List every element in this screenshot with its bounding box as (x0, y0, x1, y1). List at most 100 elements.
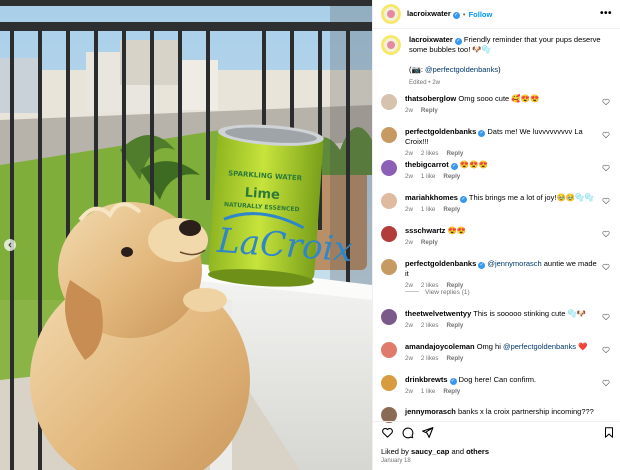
comment-text: Omg hi (476, 342, 503, 351)
commenter-username[interactable]: perfectgoldenbanks (405, 259, 476, 268)
share-paper-plane-icon[interactable] (421, 426, 434, 439)
like-comment-heart-icon[interactable] (602, 230, 610, 238)
save-bookmark-icon[interactable] (603, 426, 615, 439)
like-heart-icon[interactable] (381, 426, 394, 439)
caption-username[interactable]: lacroixwater (409, 35, 453, 44)
commenter-avatar[interactable] (381, 342, 397, 358)
comment-likes[interactable]: 2 likes (421, 355, 439, 362)
post-caption: lacroixwater ✓ Friendly reminder that you… (381, 35, 613, 88)
comment-age: 2w (405, 355, 413, 362)
verified-badge-icon: ✓ (452, 12, 460, 19)
comment-age: 2w (405, 107, 413, 114)
liked-by-others-link[interactable]: others (466, 447, 489, 456)
comment-item: thatsoberglow Omg sooo cute 🥰😍😍 2w Reply (381, 94, 613, 116)
reply-button[interactable]: Reply (446, 355, 463, 362)
comment-likes[interactable]: 1 like (421, 206, 435, 213)
svg-text:Lime: Lime (244, 186, 280, 203)
lacroix-logo-avatar-icon (381, 4, 401, 24)
comment-item: perfectgoldenbanks ✓ @jennymorasch auntie… (381, 259, 613, 291)
comment-item: theetwelvetwentyy This is sooooo stinkin… (381, 309, 613, 331)
reply-button[interactable]: Reply (421, 107, 438, 114)
comment-item: ssschwartz 😍😍 2w Reply (381, 226, 613, 248)
comment-likes[interactable]: 1 like (421, 173, 435, 180)
comment-text: This is sooooo stinking cute 🫧🐶 (473, 309, 587, 318)
reply-button[interactable]: Reply (443, 173, 460, 180)
caption-photo-credit: (📷: @perfectgoldenbanks) (409, 65, 609, 75)
commenter-avatar[interactable] (381, 94, 397, 110)
caption-body: lacroixwater ✓ Friendly reminder that you… (409, 35, 609, 88)
post-action-bar (381, 426, 617, 440)
commenter-username[interactable]: jennymorasch (405, 407, 456, 416)
comment-mention-link[interactable]: @jennymorasch (487, 259, 541, 268)
like-comment-heart-icon[interactable] (602, 131, 610, 139)
commenter-avatar[interactable] (381, 226, 397, 242)
reply-button[interactable]: Reply (446, 150, 463, 157)
commenter-username[interactable]: thebigcarrot (405, 160, 449, 169)
header-divider (373, 28, 620, 29)
separator-dot: • (428, 79, 431, 86)
comment-text: Omg sooo cute 🥰😍😍 (458, 94, 540, 103)
like-comment-heart-icon[interactable] (602, 98, 610, 106)
reply-button[interactable]: Reply (443, 206, 460, 213)
verified-badge-icon: ✓ (478, 130, 486, 137)
commenter-username[interactable]: perfectgoldenbanks (405, 127, 476, 136)
post-details-panel: lacroixwater ✓ • Follow ••• lacroixwater ✓… (372, 0, 620, 470)
view-replies-label[interactable]: View replies (1) (425, 289, 470, 296)
commenter-username[interactable]: amandajoycoleman (405, 342, 475, 351)
like-comment-heart-icon[interactable] (602, 313, 610, 321)
follow-button[interactable]: Follow (469, 10, 493, 19)
like-comment-heart-icon[interactable] (602, 346, 610, 354)
comment-likes[interactable]: 2 likes (421, 282, 439, 289)
like-comment-heart-icon[interactable] (602, 197, 610, 205)
like-comment-heart-icon[interactable] (602, 263, 610, 271)
commenter-username[interactable]: drinkbrewts (405, 375, 448, 384)
liked-by-and: and (449, 447, 467, 456)
puppy-with-lacroix-can-image: SPARKLING WATER Lime NATURALLY ESSENCED … (0, 0, 372, 470)
commenter-username[interactable]: mariahkhomes (405, 193, 458, 202)
commenter-avatar[interactable] (381, 309, 397, 325)
reply-button[interactable]: Reply (443, 388, 460, 395)
comment-age: 2w (405, 388, 413, 395)
comment-text: Dog here! Can confirm. (458, 375, 537, 384)
commenter-avatar[interactable] (381, 193, 397, 209)
comment-mention-link[interactable]: @perfectgoldenbanks (503, 342, 576, 351)
comment-item: thebigcarrot ✓ 😍😍😍 2w 1 like Reply (381, 160, 613, 182)
reply-button[interactable]: Reply (446, 322, 463, 329)
footer-divider (373, 421, 620, 422)
commenter-username[interactable]: ssschwartz (405, 226, 445, 235)
caption-author-avatar[interactable] (381, 35, 401, 55)
reply-button[interactable]: Reply (446, 282, 463, 289)
commenter-avatar[interactable] (381, 127, 397, 143)
verified-badge-icon: ✓ (478, 262, 486, 269)
author-username[interactable]: lacroixwater ✓ (407, 9, 460, 19)
instagram-post-view: SPARKLING WATER Lime NATURALLY ESSENCED … (0, 0, 620, 470)
like-comment-heart-icon[interactable] (602, 164, 610, 172)
commenter-username[interactable]: theetwelvetwentyy (405, 309, 471, 318)
commenter-avatar[interactable] (381, 160, 397, 176)
caption-meta: Edited • 2w (409, 78, 609, 88)
comment-likes[interactable]: 2 likes (421, 150, 439, 157)
commenter-username[interactable]: thatsoberglow (405, 94, 456, 103)
view-replies-button[interactable]: View replies (1) (405, 289, 470, 296)
commenter-avatar[interactable] (381, 259, 397, 275)
more-options-icon[interactable]: ••• (600, 8, 612, 19)
caption-age: 2w (432, 79, 441, 86)
reply-button[interactable]: Reply (421, 239, 438, 246)
comment-bubble-icon[interactable] (401, 426, 414, 439)
author-username-text[interactable]: lacroixwater (407, 9, 451, 18)
carousel-prev-button[interactable] (4, 239, 16, 251)
liked-by-prefix: Liked by (381, 447, 412, 456)
comment-text: 😍😍 (447, 226, 467, 235)
liked-by-user-link[interactable]: saucy_cap (411, 447, 449, 456)
commenter-avatar[interactable] (381, 375, 397, 391)
post-photo[interactable]: SPARKLING WATER Lime NATURALLY ESSENCED … (0, 0, 372, 470)
like-comment-heart-icon[interactable] (602, 379, 610, 387)
comment-item: perfectgoldenbanks ✓ Dats me! We luvvvvvv… (381, 127, 613, 159)
credit-mention-link[interactable]: @perfectgoldenbanks (425, 65, 498, 74)
comment-age: 2w (405, 150, 413, 157)
comment-text-tail: ❤️ (576, 342, 588, 351)
comment-likes[interactable]: 1 like (421, 388, 435, 395)
author-avatar[interactable] (381, 4, 401, 24)
edited-label: Edited (409, 79, 427, 86)
comment-likes[interactable]: 2 likes (421, 322, 439, 329)
